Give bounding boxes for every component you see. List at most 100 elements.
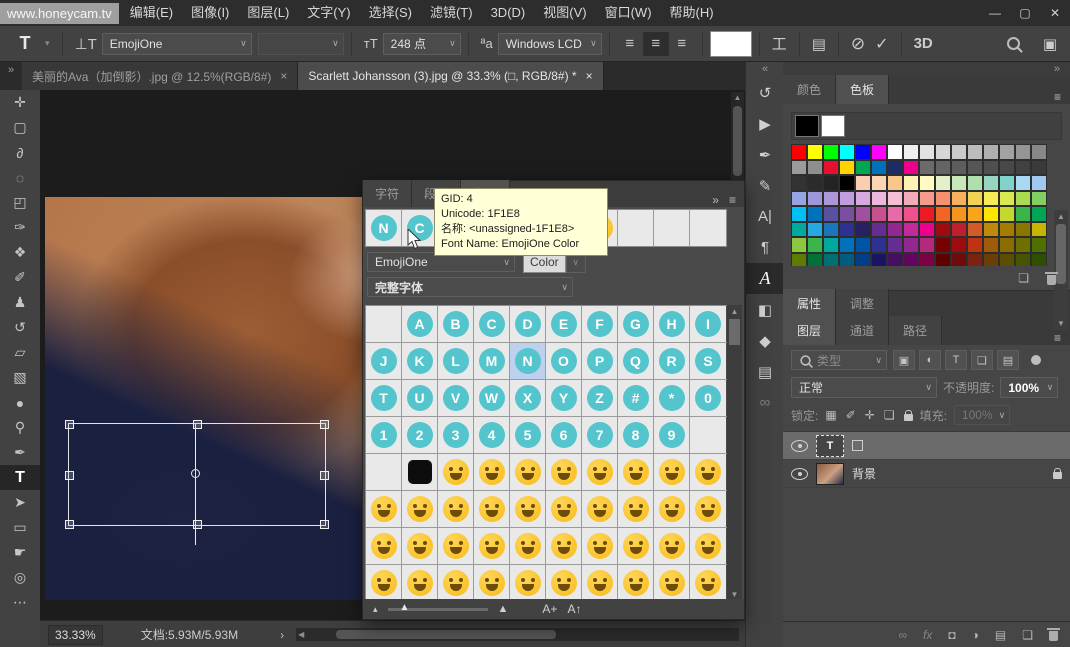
lock-paint-icon[interactable]: ✐ bbox=[846, 408, 856, 422]
swatch[interactable] bbox=[807, 191, 823, 207]
tab-swatches[interactable]: 色板 bbox=[836, 75, 889, 104]
canvas-horizontal-scrollbar[interactable]: ◀ bbox=[296, 628, 739, 641]
scroll-down-icon[interactable]: ▼ bbox=[1054, 317, 1068, 330]
panel-collapse-icon[interactable]: » bbox=[712, 193, 719, 207]
swatch[interactable] bbox=[839, 175, 855, 191]
swatch[interactable] bbox=[887, 206, 903, 222]
swatch[interactable] bbox=[855, 237, 871, 253]
glyph-cell[interactable]: # bbox=[618, 380, 654, 416]
swatch[interactable] bbox=[1031, 144, 1047, 160]
glyph-cell[interactable] bbox=[690, 454, 726, 490]
lock-position-icon[interactable]: ✛ bbox=[865, 408, 875, 422]
swatch[interactable] bbox=[983, 206, 999, 222]
swatch[interactable] bbox=[791, 237, 807, 253]
swatch[interactable] bbox=[791, 175, 807, 191]
marquee-tool[interactable]: ▢ bbox=[0, 115, 40, 140]
glyph-cell[interactable] bbox=[366, 454, 402, 490]
swatch[interactable] bbox=[887, 175, 903, 191]
glyph-cell[interactable] bbox=[438, 491, 474, 527]
character-panel-icon[interactable]: A| bbox=[746, 201, 784, 232]
scroll-up-icon[interactable]: ▲ bbox=[731, 92, 744, 104]
swatch[interactable] bbox=[871, 160, 887, 176]
handle-middle-left[interactable] bbox=[65, 471, 74, 480]
align-right-button[interactable]: ≡ bbox=[669, 32, 695, 56]
swatch[interactable] bbox=[823, 222, 839, 238]
swatch[interactable] bbox=[919, 206, 935, 222]
glyph-cell[interactable]: 9 bbox=[654, 417, 690, 453]
glyph-cell[interactable]: O bbox=[546, 343, 582, 379]
glyph-cell[interactable]: D bbox=[510, 306, 546, 342]
glyphs-panel-icon[interactable]: A bbox=[746, 263, 784, 294]
glyph-cell[interactable]: A bbox=[402, 306, 438, 342]
crop-tool[interactable]: ◰ bbox=[0, 190, 40, 215]
glyph-cell[interactable] bbox=[618, 210, 654, 246]
swatch[interactable] bbox=[935, 191, 951, 207]
glyph-cell[interactable] bbox=[582, 565, 618, 601]
swatch[interactable] bbox=[807, 175, 823, 191]
glyph-cell[interactable]: 0 bbox=[690, 380, 726, 416]
glyph-cell[interactable] bbox=[474, 528, 510, 564]
swatch[interactable] bbox=[871, 191, 887, 207]
lasso-tool[interactable]: ∂ bbox=[0, 140, 40, 165]
swatch[interactable] bbox=[871, 144, 887, 160]
brush-settings-panel-icon[interactable]: ✎ bbox=[746, 170, 784, 201]
swatch[interactable] bbox=[871, 253, 887, 267]
blur-tool[interactable]: ● bbox=[0, 390, 40, 415]
glyph-cell[interactable] bbox=[690, 491, 726, 527]
foreground-color-swatch[interactable] bbox=[795, 115, 819, 137]
swatch[interactable] bbox=[1031, 222, 1047, 238]
close-button[interactable]: ✕ bbox=[1040, 0, 1070, 26]
menu-item-编辑[interactable]: 编辑(E) bbox=[121, 5, 182, 20]
swatch[interactable] bbox=[887, 253, 903, 267]
search-icon[interactable] bbox=[1007, 37, 1020, 50]
swatch[interactable] bbox=[855, 222, 871, 238]
tab-properties[interactable]: 属性 bbox=[783, 289, 836, 318]
swatch[interactable] bbox=[839, 160, 855, 176]
swatch[interactable] bbox=[1031, 253, 1047, 267]
filter-type-layers-icon[interactable]: T bbox=[945, 350, 967, 370]
glyph-cell[interactable]: C bbox=[474, 306, 510, 342]
brushes-panel-icon[interactable]: ✒ bbox=[746, 139, 784, 170]
scrollbar-thumb[interactable] bbox=[336, 630, 556, 639]
swatch[interactable] bbox=[871, 237, 887, 253]
slider-thumb-icon[interactable]: ▲ bbox=[400, 602, 410, 613]
handle-top-right[interactable] bbox=[320, 420, 329, 429]
glyph-cell[interactable]: Q bbox=[618, 343, 654, 379]
glyph-cell[interactable] bbox=[618, 491, 654, 527]
lock-all-icon[interactable] bbox=[904, 414, 913, 421]
libraries-panel-icon[interactable]: ▤ bbox=[746, 356, 784, 387]
swatch[interactable] bbox=[871, 222, 887, 238]
glyph-cell[interactable]: N bbox=[510, 343, 546, 379]
3d-mode-button[interactable]: 3D bbox=[914, 35, 933, 52]
new-swatch-icon[interactable]: ❏ bbox=[1018, 271, 1029, 285]
glyph-cell[interactable] bbox=[402, 454, 438, 490]
handle-top-center[interactable] bbox=[193, 420, 202, 429]
glyph-cell[interactable]: G bbox=[618, 306, 654, 342]
glyph-cell[interactable]: R bbox=[654, 343, 690, 379]
opacity-select[interactable]: 100%∨ bbox=[1000, 377, 1058, 398]
font-family-select[interactable]: EmojiOne∨ bbox=[102, 33, 252, 55]
swatch[interactable] bbox=[967, 191, 983, 207]
swatch[interactable] bbox=[855, 175, 871, 191]
swatch[interactable] bbox=[967, 144, 983, 160]
tab-paths[interactable]: 路径 bbox=[889, 316, 942, 345]
scrollbar-thumb[interactable] bbox=[729, 319, 740, 345]
swatch[interactable] bbox=[1015, 253, 1031, 267]
glyph-cell[interactable] bbox=[618, 528, 654, 564]
swatch[interactable] bbox=[855, 144, 871, 160]
tab-close-icon[interactable]: × bbox=[280, 69, 287, 83]
eyedropper-tool[interactable]: ✑ bbox=[0, 215, 40, 240]
scrollbar-thumb[interactable] bbox=[733, 106, 742, 176]
swatch[interactable] bbox=[823, 237, 839, 253]
tool-preset-chevron-icon[interactable]: ▾ bbox=[45, 38, 50, 49]
dodge-tool[interactable]: ⚲ bbox=[0, 415, 40, 440]
glyph-cell[interactable] bbox=[510, 528, 546, 564]
swatch[interactable] bbox=[983, 160, 999, 176]
align-left-button[interactable]: ≡ bbox=[617, 32, 643, 56]
layer-row-1[interactable]: T bbox=[783, 432, 1070, 460]
glyph-cell[interactable] bbox=[510, 491, 546, 527]
zoom-level-field[interactable]: 33.33% bbox=[48, 625, 103, 645]
glyph-cell[interactable]: 2 bbox=[402, 417, 438, 453]
swatch[interactable] bbox=[791, 191, 807, 207]
delete-swatch-icon[interactable] bbox=[1047, 275, 1056, 285]
